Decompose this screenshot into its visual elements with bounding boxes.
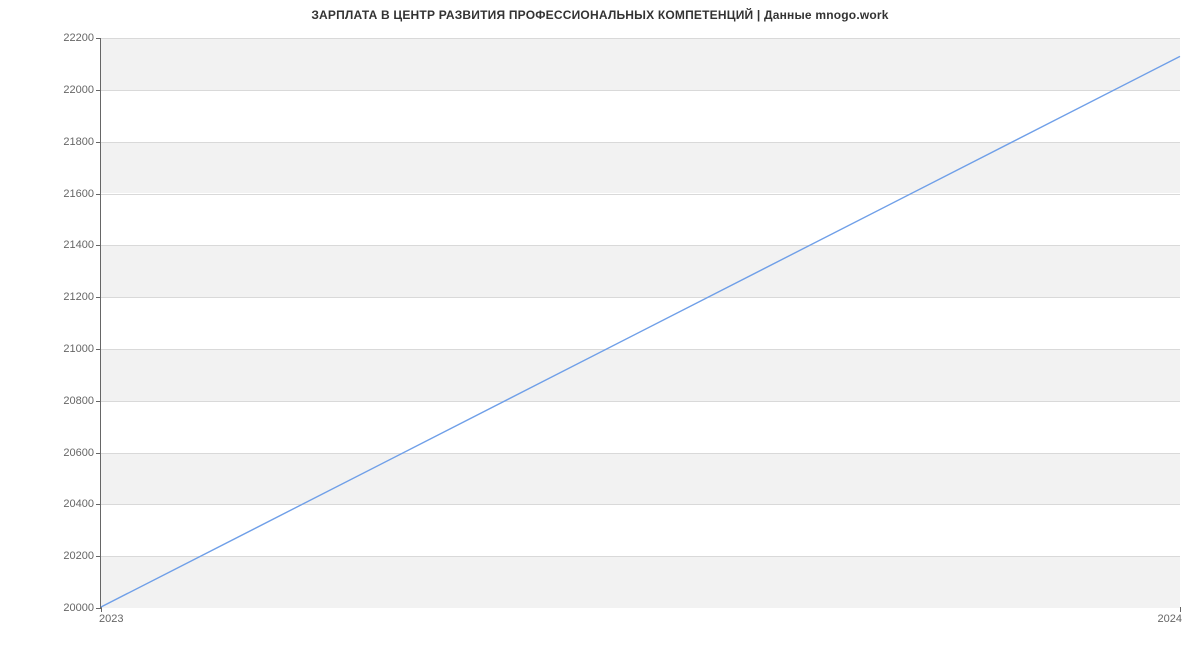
y-tick-label: 21800 bbox=[4, 136, 94, 148]
x-tick-label: 2024 bbox=[1158, 613, 1182, 625]
y-tick-label: 20400 bbox=[4, 498, 94, 510]
y-tick-label: 20600 bbox=[4, 447, 94, 459]
line-series bbox=[101, 38, 1180, 607]
x-tick-mark bbox=[1180, 607, 1181, 612]
y-tick-label: 20000 bbox=[4, 602, 94, 614]
x-tick-label: 2023 bbox=[99, 613, 123, 625]
chart: ЗАРПЛАТА В ЦЕНТР РАЗВИТИЯ ПРОФЕССИОНАЛЬН… bbox=[0, 0, 1200, 650]
x-tick-mark bbox=[101, 607, 102, 612]
y-tick-label: 21000 bbox=[4, 343, 94, 355]
chart-title: ЗАРПЛАТА В ЦЕНТР РАЗВИТИЯ ПРОФЕССИОНАЛЬН… bbox=[0, 8, 1200, 22]
plot-area: 2023 2024 bbox=[100, 38, 1180, 608]
y-tick-label: 20800 bbox=[4, 395, 94, 407]
y-tick-label: 21400 bbox=[4, 239, 94, 251]
y-tick-label: 21200 bbox=[4, 291, 94, 303]
y-tick-label: 22200 bbox=[4, 32, 94, 44]
y-tick-label: 21600 bbox=[4, 188, 94, 200]
y-tick-label: 22000 bbox=[4, 84, 94, 96]
y-tick-label: 20200 bbox=[4, 550, 94, 562]
